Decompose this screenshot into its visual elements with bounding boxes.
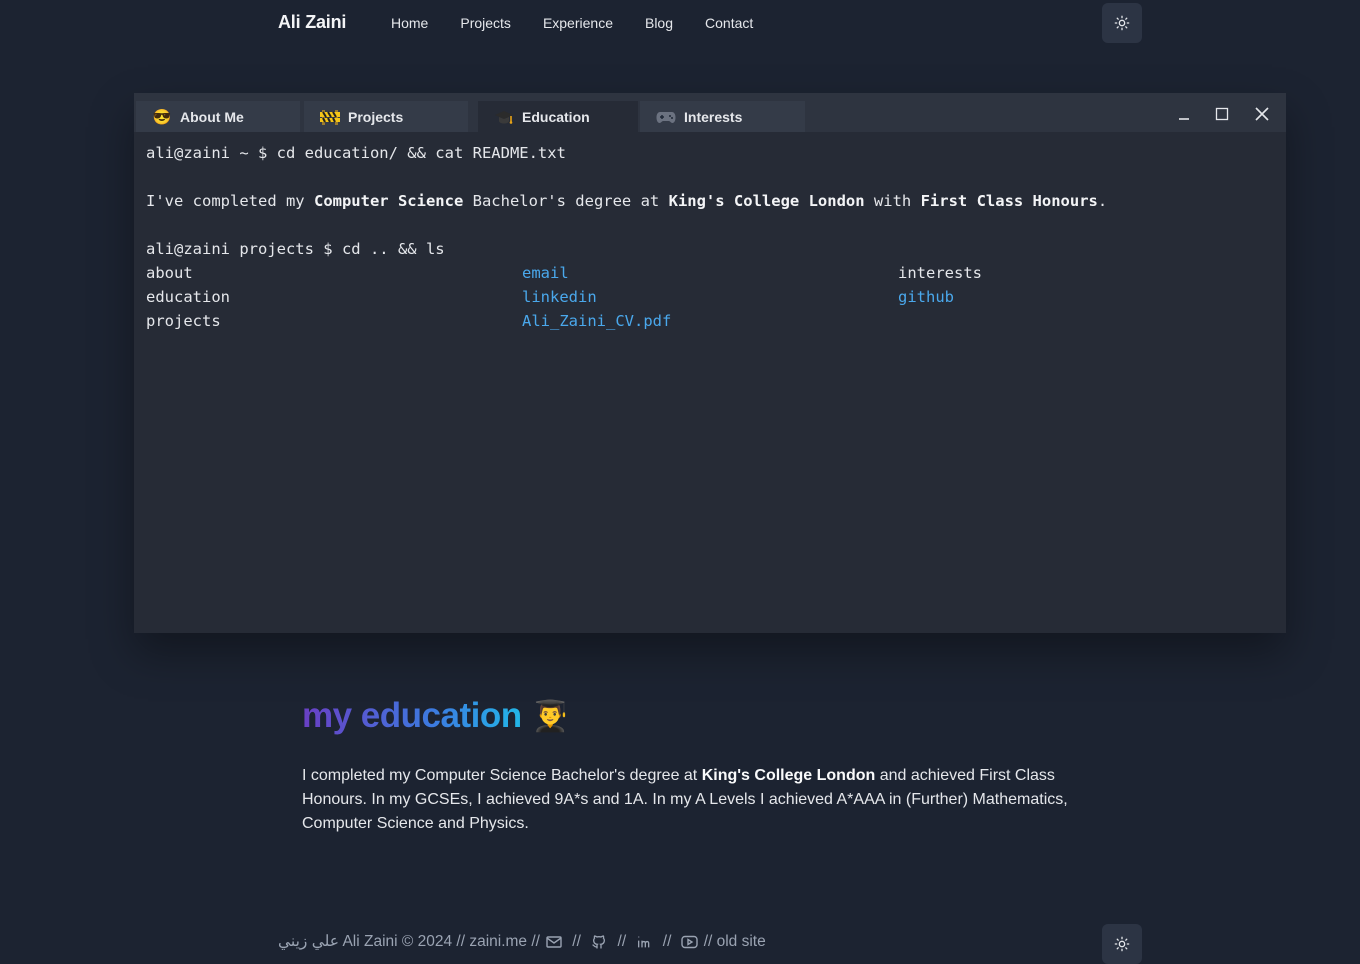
ls-link-cv[interactable]: Ali_Zaini_CV.pdf: [522, 309, 898, 333]
readme-bold: Computer Science: [313, 192, 464, 210]
readme-text: with: [864, 192, 921, 210]
tab-education[interactable]: Education: [478, 101, 638, 132]
sunglasses-emoji-icon: 😎: [152, 108, 172, 126]
brand-logo[interactable]: Ali Zaini: [278, 12, 346, 33]
page-heading: my education 👨‍🎓: [302, 696, 569, 736]
close-icon: [1255, 107, 1269, 121]
terminal-command: ali@zaini ~ $ cd education/ && cat READM…: [146, 144, 566, 162]
footer-separator: //: [658, 932, 676, 950]
tab-label: About Me: [180, 108, 244, 125]
readme-text: I've completed my: [146, 192, 314, 210]
terminal-window: 😎 About Me Projects Education Interests: [134, 93, 1286, 633]
ls-entry-education: education: [146, 288, 230, 306]
footer: علي زيني Ali Zaini © 2024 // zaini.me //…: [278, 932, 766, 951]
theme-toggle-button[interactable]: [1102, 3, 1142, 43]
minimize-button[interactable]: [1171, 101, 1197, 127]
youtube-icon[interactable]: [681, 933, 699, 951]
tab-label: Education: [522, 108, 590, 125]
terminal-output: ali@zaini ~ $ cd education/ && cat READM…: [146, 141, 1276, 333]
nav-link-experience[interactable]: Experience: [543, 15, 613, 31]
tab-label: Interests: [684, 108, 743, 125]
ls-entry-about: about: [146, 264, 193, 282]
ls-link-linkedin[interactable]: linkedin: [522, 285, 898, 309]
tab-projects[interactable]: Projects: [304, 101, 468, 132]
footer-theme-toggle-button[interactable]: [1102, 924, 1142, 964]
tab-label: Projects: [348, 108, 404, 125]
tab-interests[interactable]: Interests: [640, 101, 805, 132]
maximize-button[interactable]: [1209, 101, 1235, 127]
readme-text: Bachelor's degree at: [463, 192, 669, 210]
paragraph-bold: King's College London: [701, 767, 876, 784]
ls-output: about email interests education linkedin…: [146, 261, 1276, 333]
graduate-emoji-icon: 👨‍🎓: [531, 699, 569, 733]
readme-bold: King's College London: [668, 192, 865, 210]
construction-emoji-icon: [320, 107, 340, 127]
game-controller-emoji-icon: [656, 107, 676, 127]
top-nav: Ali Zaini Home Projects Experience Blog …: [0, 0, 1360, 46]
mail-icon[interactable]: [545, 933, 563, 951]
nav-link-contact[interactable]: Contact: [705, 15, 753, 31]
footer-separator: //: [567, 932, 586, 950]
nav-link-blog[interactable]: Blog: [645, 15, 673, 31]
heading-text: my education: [302, 696, 522, 735]
footer-arabic-name: علي زيني: [278, 933, 340, 950]
paragraph-text: I completed my Computer Science Bachelor…: [302, 767, 702, 784]
maximize-icon: [1215, 107, 1229, 121]
footer-separator: //: [613, 932, 631, 950]
tab-about-me[interactable]: 😎 About Me: [136, 101, 300, 132]
graduation-cap-emoji-icon: [494, 107, 514, 127]
terminal-tab-bar: 😎 About Me Projects Education Interests: [134, 93, 1286, 132]
footer-old-site-link[interactable]: // old site: [704, 933, 766, 951]
readme-text: .: [1097, 192, 1108, 210]
readme-bold: First Class Honours: [920, 192, 1098, 210]
footer-copyright[interactable]: Ali Zaini © 2024 // zaini.me //: [339, 933, 540, 951]
minimize-icon: [1179, 118, 1189, 120]
ls-entry-interests: interests: [898, 264, 982, 282]
education-paragraph: I completed my Computer Science Bachelor…: [302, 764, 1092, 836]
sun-icon: [1114, 936, 1130, 952]
github-icon[interactable]: [590, 933, 608, 951]
close-button[interactable]: [1249, 101, 1275, 127]
terminal-command: ali@zaini projects $ cd .. && ls: [146, 240, 445, 258]
sun-icon: [1114, 15, 1130, 31]
ls-link-email[interactable]: email: [522, 261, 898, 285]
nav-menu: Home Projects Experience Blog Contact: [391, 15, 785, 31]
ls-entry-projects: projects: [146, 312, 221, 330]
readme-output: I've completed my Computer Science Bache…: [146, 189, 1276, 213]
nav-link-home[interactable]: Home: [391, 15, 428, 31]
ls-empty-cell: [898, 309, 1274, 333]
nav-link-projects[interactable]: Projects: [460, 15, 511, 31]
linkedin-icon[interactable]: [635, 933, 653, 951]
ls-link-github[interactable]: github: [898, 285, 1274, 309]
